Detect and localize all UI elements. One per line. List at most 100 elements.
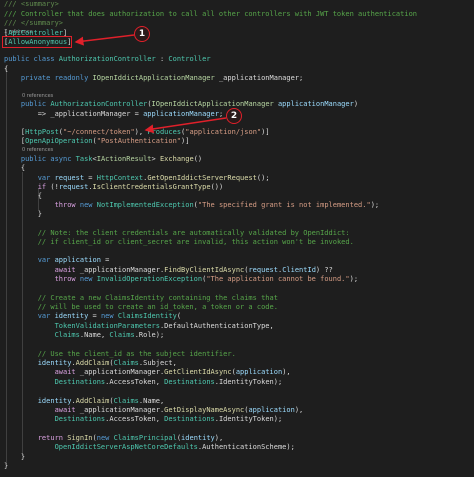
code-token-variable: identity [54, 312, 89, 320]
code-line[interactable]: Claims.Name, Claims.Role); [4, 331, 165, 340]
code-token-text: { [4, 164, 26, 172]
code-line[interactable]: private readonly IOpenIddictApplicationM… [4, 74, 303, 83]
code-token-type: Claims [113, 397, 139, 405]
code-line[interactable]: public async Task<IActionResult> Exchang… [4, 155, 202, 164]
code-line[interactable]: throw new InvalidOperationException("The… [4, 275, 358, 284]
code-token-text: } [4, 210, 42, 218]
code-token-keyword: var [37, 312, 55, 320]
code-token-interface: IOpenIddictApplicationManager [151, 100, 274, 108]
code-token-keyword: public [20, 100, 51, 108]
code-token-text: _applicationManager; [214, 74, 304, 82]
code-token-variable: application [248, 406, 295, 414]
code-token-comment: // Use the client_id as the subject iden… [37, 350, 236, 358]
code-line[interactable]: // Use the client_id as the subject iden… [4, 350, 236, 359]
code-token-text: { [4, 65, 9, 73]
code-token-interface: IActionResult [96, 155, 152, 163]
code-token-text: > [151, 155, 160, 163]
code-line[interactable]: return SignIn(new ClaimsPrincipal(identi… [4, 434, 223, 443]
code-line[interactable]: [OpenApiOperation("PostAuthentication")] [4, 137, 190, 146]
code-line[interactable]: public class AuthorizationController : C… [4, 55, 211, 64]
code-line[interactable]: throw new NotImplementedException("The s… [4, 201, 380, 210]
code-token-text: } [4, 453, 26, 461]
code-token-text: ; [218, 110, 224, 118]
code-line[interactable]: await _applicationManager.GetDisplayName… [4, 406, 304, 415]
code-line[interactable]: } [4, 453, 25, 462]
code-line[interactable]: var request = HttpContext.GetOpenIddictS… [4, 174, 270, 183]
code-line[interactable]: } [4, 462, 8, 471]
codelens-references[interactable]: 0 references [22, 93, 53, 99]
code-line[interactable]: } [4, 210, 42, 219]
code-line[interactable]: /// </summary> [4, 19, 63, 28]
code-token-text: ), [134, 128, 148, 136]
code-token-keyword: var [37, 174, 55, 182]
code-token-text: )] [181, 137, 190, 145]
code-token-xmldoc: /// </summary> [4, 19, 64, 27]
code-line[interactable]: var identity = new ClaimsIdentity( [4, 312, 181, 321]
code-line[interactable]: if (!request.IsClientCredentialsGrantTyp… [4, 183, 224, 192]
code-line[interactable]: // will be used to create an id_token, a… [4, 303, 278, 312]
code-line[interactable]: { [4, 65, 8, 74]
code-token-text: .AccessToken, [105, 415, 165, 423]
code-line[interactable]: await _applicationManager.GetClientIdAsy… [4, 368, 291, 377]
code-token-control: return [37, 434, 68, 442]
code-token-text: .Subject, [138, 359, 177, 367]
code-token-text: ); [349, 275, 359, 283]
code-token-type: Destinations [164, 378, 215, 386]
code-line[interactable]: OpenIddictServerAspNetCoreDefaults.Authe… [4, 443, 295, 452]
code-token-variable: request [58, 183, 89, 191]
code-token-type: OpenIddictServerAspNetCoreDefaults [54, 443, 198, 451]
code-line[interactable]: // Note: the client credentials are auto… [4, 229, 350, 238]
code-token-text: [ [4, 128, 26, 136]
code-token-keyword: new [100, 312, 118, 320]
code-token-text: ), [214, 434, 224, 442]
code-token-type: ClaimsPrincipal [113, 434, 177, 442]
code-line[interactable]: { [4, 192, 42, 201]
code-line[interactable]: /// <summary> [4, 0, 59, 9]
code-token-text: .Name, [138, 397, 165, 405]
code-token-keyword: new [96, 434, 114, 442]
code-line[interactable]: await _applicationManager.FindByClientId… [4, 266, 333, 275]
code-token-text: ), [282, 368, 291, 376]
code-line[interactable]: var application = [4, 256, 110, 265]
code-token-method: GetOpenIddictServerRequest [147, 174, 257, 182]
code-token-text: () [193, 155, 203, 163]
annotation-marker-2: 2 [226, 108, 242, 124]
code-line[interactable]: TokenValidationParameters.DefaultAuthent… [4, 322, 274, 331]
code-token-keyword: private readonly [20, 74, 93, 82]
code-token-string: "PostAuthentication" [96, 137, 182, 145]
code-line[interactable]: Destinations.AccessToken, Destinations.I… [4, 415, 283, 424]
code-token-type: AuthorizationController [58, 55, 156, 63]
code-line[interactable]: // if client_id or client_secret are inv… [4, 238, 354, 247]
code-line[interactable]: identity.AddClaim(Claims.Name, [4, 397, 164, 406]
code-token-type: Claims [109, 331, 135, 339]
code-token-control: throw [54, 201, 80, 209]
code-editor[interactable]: /// <summary> /// Controller that does a… [0, 0, 474, 477]
code-line[interactable]: /// Controller that does authorization t… [4, 10, 417, 19]
codelens-references[interactable]: 0 references [22, 147, 53, 153]
code-token-variable: identity [181, 434, 215, 442]
code-token-method: GetDisplayNameAsync [164, 406, 245, 414]
code-token-type: Claims [113, 359, 139, 367]
code-token-type: NotImplementedException [96, 201, 194, 209]
code-line[interactable]: => _applicationManager = applicationMana… [4, 110, 223, 119]
code-line[interactable]: identity.AddClaim(Claims.Subject, [4, 359, 177, 368]
code-token-text: ) [353, 100, 359, 108]
code-token-type: HttpPost [25, 128, 59, 136]
code-line[interactable]: [HttpPost("~/connect/token"), Produces("… [4, 128, 270, 137]
code-token-type: Task [75, 155, 93, 163]
code-token-type: ClaimsIdentity [117, 312, 177, 320]
code-line[interactable]: { [4, 164, 25, 173]
code-line[interactable]: // Create a new ClaimsIdentity containin… [4, 294, 278, 303]
code-line[interactable]: Destinations.AccessToken, Destinations.I… [4, 378, 283, 387]
code-line[interactable]: public AuthorizationController(IOpenIddi… [4, 100, 358, 109]
